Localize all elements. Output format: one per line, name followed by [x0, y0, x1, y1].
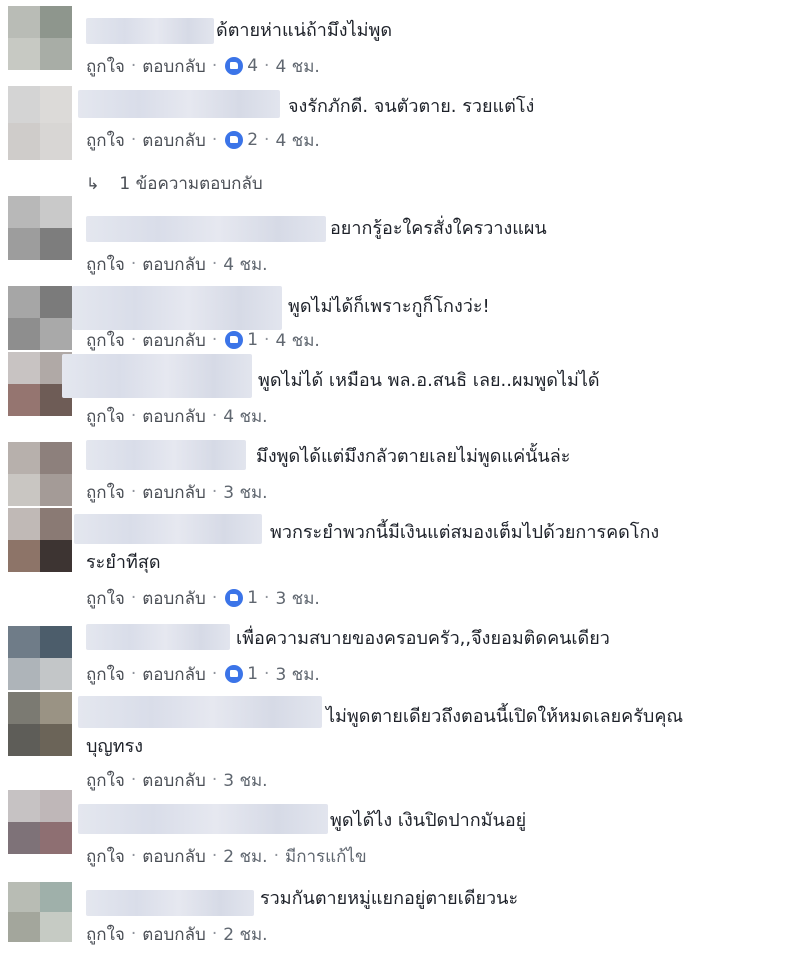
comment-actions: ถูกใจ · ตอบกลับ · 2 ชม. — [86, 922, 268, 946]
avatar[interactable] — [8, 6, 72, 70]
avatar[interactable] — [8, 86, 72, 160]
timestamp[interactable]: 4 ชม. — [275, 127, 319, 154]
commenter-name[interactable] — [86, 216, 326, 242]
view-replies-label[interactable]: 1 ข้อความตอบกลับ — [119, 170, 262, 197]
like-count[interactable]: 1 — [247, 664, 258, 684]
comment-actions: ถูกใจ · ตอบกลับ · 3 ชม. — [86, 480, 268, 504]
comment-text: อยากรู้อะใครสั่งใครวางแผน — [330, 218, 547, 239]
reply-link[interactable]: ตอบกลับ — [142, 921, 206, 948]
reply-link[interactable]: ตอบกลับ — [142, 843, 206, 870]
timestamp[interactable]: 3 ชม. — [275, 661, 319, 688]
reply-link[interactable]: ตอบกลับ — [142, 767, 206, 794]
view-replies-link[interactable]: ↳ 1 ข้อความตอบกลับ — [86, 170, 263, 197]
like-link[interactable]: ถูกใจ — [86, 403, 125, 430]
like-count[interactable]: 1 — [247, 330, 258, 350]
comment-text: ไม่พูดตายเดียวถึงตอนนี้เปิดให้หมดเลยครับ… — [326, 706, 684, 727]
like-link[interactable]: ถูกใจ — [86, 661, 125, 688]
timestamp[interactable]: 3 ชม. — [223, 767, 267, 794]
comment-text: พวกระยำพวกนี้มีเงินแต่สมองเต็มไปด้วยการค… — [270, 522, 660, 543]
like-count[interactable]: 1 — [247, 588, 258, 608]
timestamp[interactable]: 3 ชม. — [275, 585, 319, 612]
like-link[interactable]: ถูกใจ — [86, 53, 125, 80]
avatar[interactable] — [8, 790, 72, 854]
commenter-name[interactable] — [86, 440, 246, 470]
comment-actions: ถูกใจ · ตอบกลับ · 4 ชม. — [86, 404, 268, 428]
comment-text: มึงพูดได้แต่มึงกลัวตายเลยไม่พูดแค่นั้นล่… — [256, 446, 571, 467]
edited-label[interactable]: มีการแก้ไข — [285, 843, 367, 870]
like-link[interactable]: ถูกใจ — [86, 921, 125, 948]
reply-link[interactable]: ตอบกลับ — [142, 479, 206, 506]
avatar[interactable] — [8, 286, 72, 350]
timestamp[interactable]: 2 ชม. — [223, 921, 267, 948]
commenter-name[interactable] — [78, 804, 328, 834]
reply-link[interactable]: ตอบกลับ — [142, 127, 206, 154]
commenter-name[interactable] — [74, 514, 262, 544]
commenter-name[interactable] — [62, 354, 252, 398]
reply-arrow-icon: ↳ — [86, 174, 100, 193]
comment-actions: ถูกใจ · ตอบกลับ · 1 · 3 ชม. — [86, 662, 320, 686]
comment-text-line2: บุญทรง — [86, 736, 144, 757]
like-link[interactable]: ถูกใจ — [86, 585, 125, 612]
like-count[interactable]: 4 — [247, 56, 258, 76]
timestamp[interactable]: 4 ชม. — [275, 327, 319, 354]
avatar[interactable] — [8, 196, 72, 260]
commenter-name[interactable] — [72, 286, 282, 330]
reply-link[interactable]: ตอบกลับ — [142, 403, 206, 430]
avatar[interactable] — [8, 692, 72, 756]
like-reaction-icon[interactable] — [225, 131, 244, 149]
timestamp[interactable]: 2 ชม. — [223, 843, 267, 870]
comment-actions: ถูกใจ · ตอบกลับ · 3 ชม. — [86, 768, 268, 792]
comment-actions: ถูกใจ · ตอบกลับ · 2 ชม. · มีการแก้ไข — [86, 844, 367, 868]
avatar[interactable] — [8, 626, 72, 690]
commenter-name[interactable] — [86, 18, 214, 44]
like-reaction-icon[interactable] — [225, 57, 244, 75]
like-link[interactable]: ถูกใจ — [86, 767, 125, 794]
like-reaction-icon[interactable] — [225, 665, 244, 683]
comment-text: พูดได้ไง เงินปิดปากมันอยู่ — [330, 810, 527, 831]
commenter-name[interactable] — [86, 890, 254, 916]
like-link[interactable]: ถูกใจ — [86, 251, 125, 278]
timestamp[interactable]: 4 ชม. — [275, 53, 319, 80]
timestamp[interactable]: 3 ชม. — [223, 479, 267, 506]
avatar[interactable] — [8, 442, 72, 506]
like-reaction-icon[interactable] — [225, 589, 244, 607]
comment-actions: ถูกใจ · ตอบกลับ · 1 · 3 ชม. — [86, 586, 320, 610]
like-link[interactable]: ถูกใจ — [86, 479, 125, 506]
commenter-name[interactable] — [78, 90, 280, 118]
reply-link[interactable]: ตอบกลับ — [142, 661, 206, 688]
comment-text: พูดไม่ได้ เหมือน พล.อ.สนธิ เลย..ผมพูดไม่… — [258, 370, 600, 391]
commenter-name[interactable] — [86, 624, 230, 650]
like-link[interactable]: ถูกใจ — [86, 327, 125, 354]
comment-actions: ถูกใจ · ตอบกลับ · 1 · 4 ชม. — [86, 328, 320, 352]
timestamp[interactable]: 4 ชม. — [223, 403, 267, 430]
timestamp[interactable]: 4 ชม. — [223, 251, 267, 278]
like-reaction-icon[interactable] — [225, 331, 244, 349]
avatar[interactable] — [8, 882, 72, 942]
comment-text-line2: ระยำทีสุด — [86, 552, 161, 573]
commenter-name[interactable] — [78, 696, 322, 728]
comment-text: พูดไม่ได้ก็เพราะกูก็โกงว่ะ! — [288, 296, 490, 317]
comment-text: จงรักภักดี. จนตัวตาย. รวยแต่โง่ — [288, 96, 535, 117]
like-count[interactable]: 2 — [247, 130, 258, 150]
avatar[interactable] — [8, 508, 72, 572]
reply-link[interactable]: ตอบกลับ — [142, 585, 206, 612]
reply-link[interactable]: ตอบกลับ — [142, 251, 206, 278]
like-link[interactable]: ถูกใจ — [86, 127, 125, 154]
like-link[interactable]: ถูกใจ — [86, 843, 125, 870]
comment-text: ด้ตายห่าแน่ถ้ามึงไม่พูด — [216, 20, 393, 41]
comment-actions: ถูกใจ · ตอบกลับ · 2 · 4 ชม. — [86, 128, 320, 152]
reply-link[interactable]: ตอบกลับ — [142, 327, 206, 354]
reply-link[interactable]: ตอบกลับ — [142, 53, 206, 80]
comment-text: เพื่อความสบายของครอบครัว,,จึงยอมติดคนเดี… — [236, 628, 610, 649]
comment-actions: ถูกใจ · ตอบกลับ · 4 · 4 ชม. — [86, 54, 320, 78]
comment-text: รวมกันตายหมู่แยกอยู่ตายเดียวนะ — [260, 888, 519, 909]
comment-actions: ถูกใจ · ตอบกลับ · 4 ชม. — [86, 252, 268, 276]
